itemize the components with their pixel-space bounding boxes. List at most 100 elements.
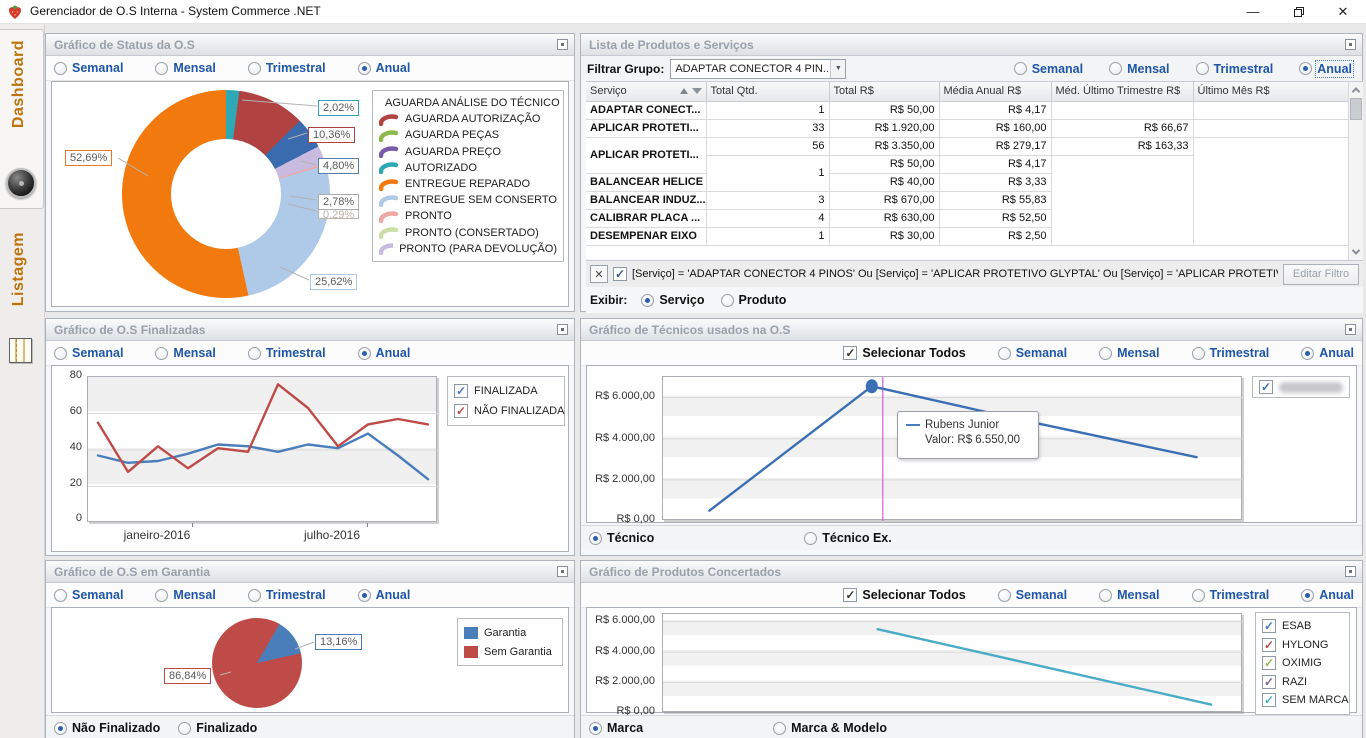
- table-cell[interactable]: DESEMPENAR EIXO: [586, 227, 706, 245]
- radio-option-marca-modelo[interactable]: Marca & Modelo: [773, 721, 887, 735]
- radio-option-semanal[interactable]: Semanal: [54, 588, 123, 602]
- radio-option-semanal[interactable]: Semanal: [998, 588, 1067, 602]
- radio-icon[interactable]: [248, 62, 261, 75]
- editar-filtro-button[interactable]: Editar Filtro: [1283, 264, 1359, 285]
- radio-icon[interactable]: [998, 589, 1011, 602]
- radio-option-t-cnico-ex-[interactable]: Técnico Ex.: [804, 531, 891, 545]
- minimize-button[interactable]: —: [1234, 0, 1272, 23]
- table-cell[interactable]: R$ 279,17: [939, 137, 1051, 155]
- table-cell[interactable]: R$ 1.920,00: [829, 119, 939, 137]
- radio-icon[interactable]: [721, 294, 734, 307]
- radio-icon[interactable]: [804, 532, 817, 545]
- radio-icon[interactable]: [1192, 589, 1205, 602]
- radio-option-trimestral[interactable]: Trimestral: [248, 346, 326, 360]
- radio-icon[interactable]: [1299, 62, 1312, 75]
- legend-checkbox-icon[interactable]: ✓: [454, 404, 468, 418]
- radio-option-anual[interactable]: Anual: [1301, 346, 1354, 360]
- table-cell[interactable]: R$ 160,00: [939, 119, 1051, 137]
- radio-icon[interactable]: [641, 294, 654, 307]
- table-cell[interactable]: BALANCEAR INDUZ...: [586, 191, 706, 209]
- radio-icon[interactable]: [358, 347, 371, 360]
- checkbox-icon[interactable]: ✓: [843, 588, 857, 602]
- radio-option-anual[interactable]: Anual: [1301, 588, 1354, 602]
- radio-option-anual[interactable]: Anual: [358, 61, 411, 75]
- radio-option-mensal[interactable]: Mensal: [155, 61, 215, 75]
- column-header-4[interactable]: Méd. Último Trimestre R$: [1051, 82, 1193, 101]
- collapse-panel-icon[interactable]: [1345, 324, 1356, 335]
- radio-icon[interactable]: [155, 589, 168, 602]
- radio-option-trimestral[interactable]: Trimestral: [1192, 588, 1270, 602]
- garantia-pie-chart[interactable]: [212, 618, 302, 708]
- collapse-panel-icon[interactable]: [557, 324, 568, 335]
- column-header-5[interactable]: Último Mês R$: [1193, 82, 1348, 101]
- grid-vertical-scrollbar[interactable]: [1348, 82, 1363, 260]
- table-cell[interactable]: ADAPTAR CONECT...: [586, 101, 706, 119]
- table-cell[interactable]: BALANCEAR HELICE: [586, 173, 706, 191]
- table-cell[interactable]: 56: [706, 137, 829, 155]
- close-button[interactable]: ✕: [1324, 0, 1362, 23]
- radio-icon[interactable]: [1301, 347, 1314, 360]
- legend-checkbox-icon[interactable]: ✓: [454, 384, 468, 398]
- selecionar-todos-checkbox[interactable]: ✓ Selecionar Todos: [843, 588, 965, 602]
- radio-icon[interactable]: [248, 589, 261, 602]
- radio-icon[interactable]: [155, 62, 168, 75]
- radio-option-mensal[interactable]: Mensal: [1109, 62, 1169, 76]
- collapse-panel-icon[interactable]: [557, 39, 568, 50]
- table-row[interactable]: APLICAR PROTETI...56R$ 3.350,00R$ 279,17…: [586, 137, 1348, 155]
- scroll-down-icon[interactable]: [1349, 245, 1363, 259]
- radio-icon[interactable]: [54, 589, 67, 602]
- filter-enabled-checkbox[interactable]: ✓: [613, 267, 627, 281]
- sidebar-tab-dashboard[interactable]: Dashboard: [0, 29, 44, 209]
- table-cell[interactable]: R$ 3,33: [939, 173, 1051, 191]
- radio-option-anual[interactable]: Anual: [358, 588, 411, 602]
- radio-icon[interactable]: [358, 62, 371, 75]
- radio-icon[interactable]: [1109, 62, 1122, 75]
- radio-option-mensal[interactable]: Mensal: [155, 346, 215, 360]
- radio-option-semanal[interactable]: Semanal: [998, 346, 1067, 360]
- column-header-0[interactable]: Serviço: [586, 82, 706, 101]
- radio-option-produto[interactable]: Produto: [721, 293, 787, 307]
- table-cell[interactable]: R$ 670,00: [829, 191, 939, 209]
- collapse-panel-icon[interactable]: [1345, 566, 1356, 577]
- sidebar-tab-listagem[interactable]: Listagem: [0, 210, 44, 380]
- table-cell[interactable]: [1193, 101, 1348, 119]
- table-cell[interactable]: R$ 40,00: [829, 173, 939, 191]
- finalizadas-plot[interactable]: [87, 376, 437, 522]
- radio-option-marca[interactable]: Marca: [589, 721, 643, 735]
- radio-option-trimestral[interactable]: Trimestral: [248, 588, 326, 602]
- remove-filter-button[interactable]: ✕: [590, 265, 608, 283]
- radio-icon[interactable]: [54, 62, 67, 75]
- legend-checkbox-icon[interactable]: ✓: [1262, 619, 1276, 633]
- table-cell[interactable]: R$ 163,33: [1051, 137, 1193, 155]
- table-cell[interactable]: 1: [706, 155, 829, 191]
- radio-icon[interactable]: [773, 722, 786, 735]
- radio-icon[interactable]: [998, 347, 1011, 360]
- legend-checkbox-icon[interactable]: ✓: [1259, 380, 1273, 394]
- radio-icon[interactable]: [1301, 589, 1314, 602]
- table-cell[interactable]: R$ 2,50: [939, 227, 1051, 245]
- legend-checkbox-icon[interactable]: ✓: [1262, 693, 1276, 707]
- table-row[interactable]: APLICAR PROTETI...33R$ 1.920,00R$ 160,00…: [586, 119, 1348, 137]
- radio-option-anual[interactable]: Anual: [1299, 62, 1352, 76]
- table-cell[interactable]: R$ 3.350,00: [829, 137, 939, 155]
- radio-option-mensal[interactable]: Mensal: [155, 588, 215, 602]
- concertados-plot[interactable]: [662, 613, 1242, 712]
- table-cell[interactable]: R$ 630,00: [829, 209, 939, 227]
- scrollbar-thumb[interactable]: [1350, 98, 1362, 120]
- radio-icon[interactable]: [178, 722, 191, 735]
- legend-checkbox-icon[interactable]: ✓: [1262, 675, 1276, 689]
- table-cell[interactable]: R$ 50,00: [829, 101, 939, 119]
- radio-option-trimestral[interactable]: Trimestral: [248, 61, 326, 75]
- table-cell[interactable]: R$ 50,00: [829, 155, 939, 173]
- table-cell[interactable]: [1051, 101, 1193, 119]
- scroll-up-icon[interactable]: [1349, 83, 1363, 97]
- collapse-panel-icon[interactable]: [557, 566, 568, 577]
- table-cell[interactable]: APLICAR PROTETI...: [586, 137, 706, 173]
- column-header-2[interactable]: Total R$: [829, 82, 939, 101]
- radio-option-servi-o[interactable]: Serviço: [641, 293, 704, 307]
- table-cell[interactable]: [1051, 155, 1193, 245]
- radio-icon[interactable]: [358, 589, 371, 602]
- table-cell[interactable]: R$ 4,17: [939, 155, 1051, 173]
- table-cell[interactable]: 1: [706, 101, 829, 119]
- table-cell[interactable]: R$ 66,67: [1051, 119, 1193, 137]
